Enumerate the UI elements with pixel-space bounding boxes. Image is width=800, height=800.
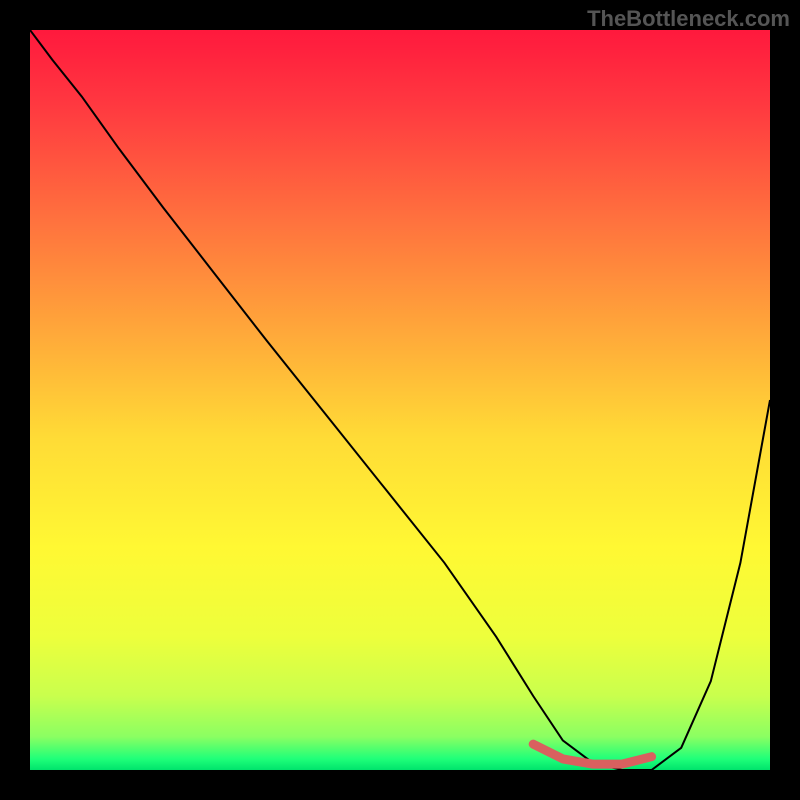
- chart-container: TheBottleneck.com: [0, 0, 800, 800]
- plot-area: [30, 30, 770, 770]
- gradient-background: [30, 30, 770, 770]
- watermark-text: TheBottleneck.com: [587, 6, 790, 32]
- chart-svg: [30, 30, 770, 770]
